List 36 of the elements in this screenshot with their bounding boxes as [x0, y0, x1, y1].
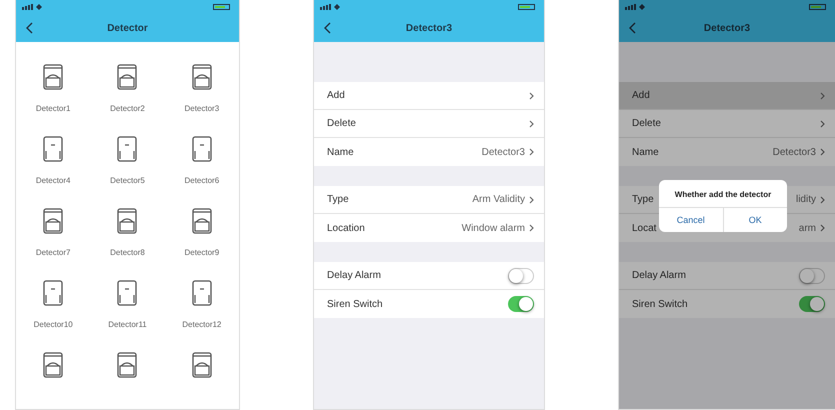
detector-label: Detector3 [184, 104, 220, 113]
detector-label: Detector8 [110, 248, 145, 257]
detector-label: Detector10 [34, 320, 73, 329]
row-value: lidity [796, 194, 816, 205]
row-label: Type [327, 194, 349, 205]
screen-title: Detector3 [704, 22, 750, 34]
dialog-message: Whether add the detector [674, 189, 772, 201]
row-label: Delete [632, 118, 661, 129]
screen-title: Detector [107, 22, 148, 34]
row-value: Detector3 [772, 146, 816, 158]
row-label: Add [632, 90, 650, 101]
detector-label: Detector11 [108, 320, 147, 329]
detector-label: Detector7 [36, 248, 70, 257]
row-label: Location [327, 222, 365, 234]
row-label: Locat [632, 222, 656, 234]
row-value: Arm Validity [472, 194, 525, 205]
row-value: arm [798, 222, 816, 234]
detector-label: Detector9 [184, 248, 220, 257]
screen-title: Detector3 [406, 22, 452, 34]
detector-label: Detector1 [36, 104, 70, 113]
row-label: Siren Switch [632, 298, 688, 310]
row-label: Delete [327, 118, 356, 129]
row-value: Window alarm [462, 222, 525, 234]
row-label: Add [327, 90, 345, 101]
row-value: Detector3 [482, 146, 525, 158]
detector-label: Detector6 [184, 176, 220, 185]
row-label: Name [327, 146, 354, 158]
row-label: Delay Alarm [327, 270, 381, 281]
row-label: Siren Switch [327, 298, 383, 310]
detector-label: Detector2 [110, 104, 145, 113]
row-label: Delay Alarm [632, 270, 686, 281]
detector-label: Detector12 [182, 320, 222, 329]
row-label: Name [632, 146, 659, 158]
row-label: Type [632, 194, 654, 205]
detector-label: Detector4 [36, 176, 70, 185]
detector-label: Detector5 [110, 176, 145, 185]
